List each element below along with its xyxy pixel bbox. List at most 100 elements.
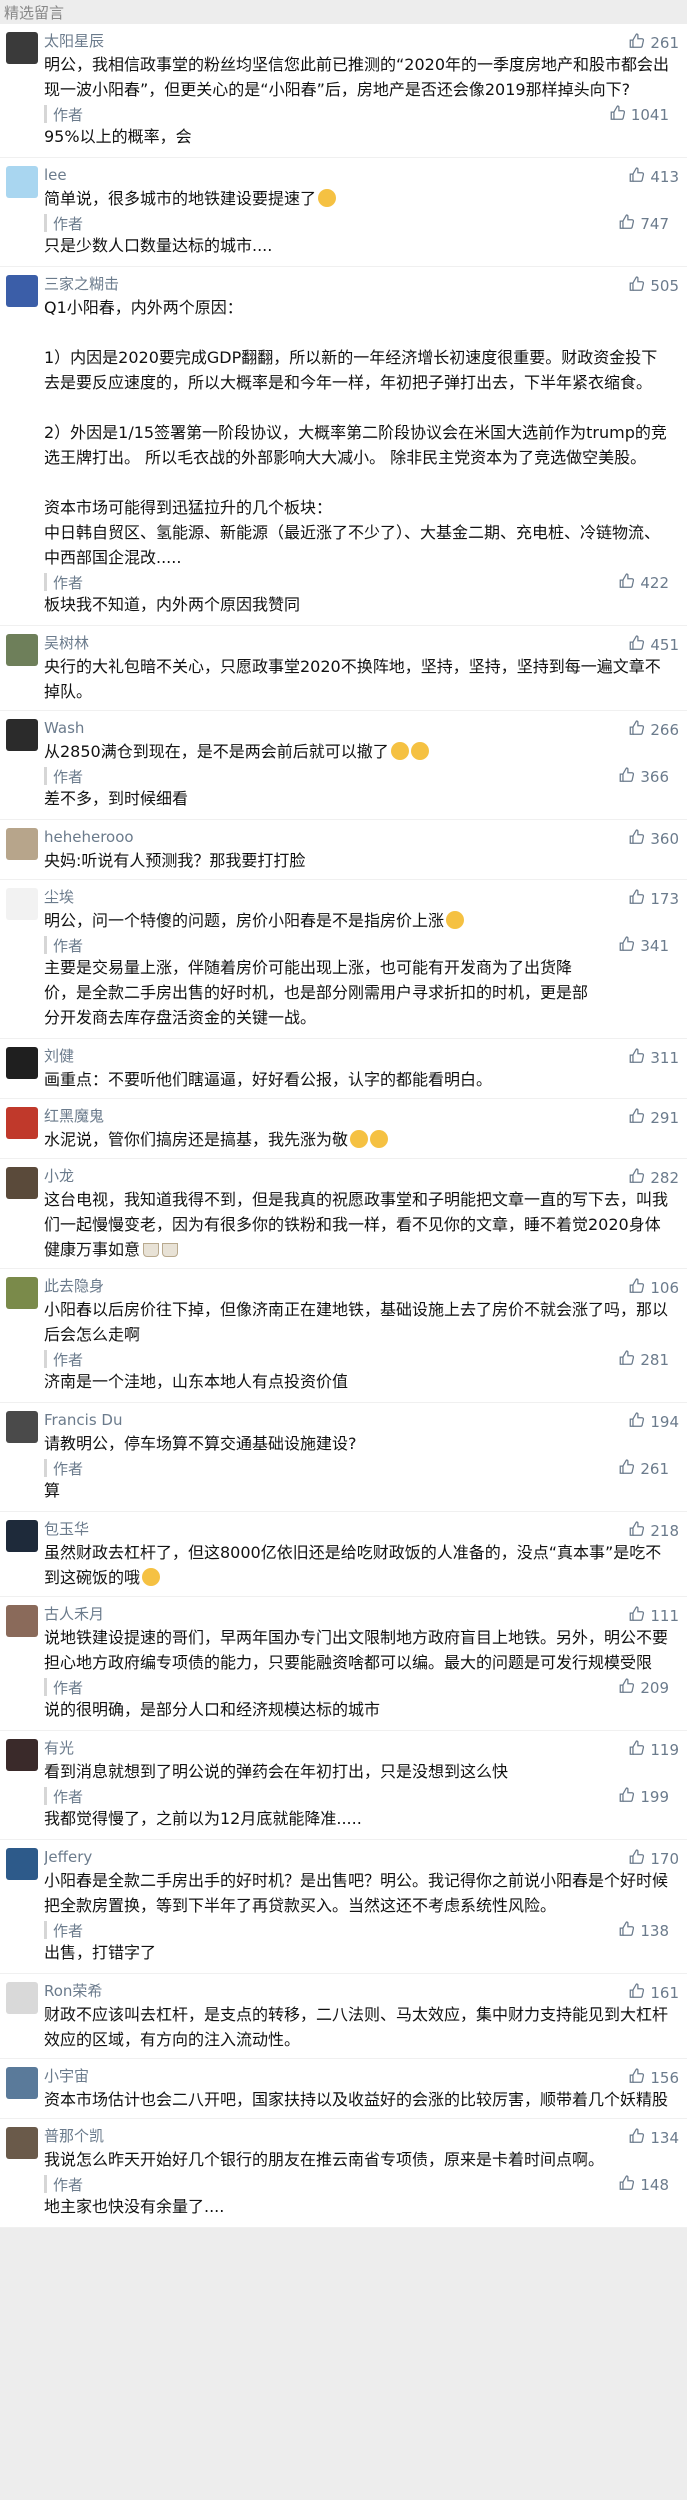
like-button[interactable]: 311 [628, 1047, 679, 1069]
coffee-cup-icon [143, 1243, 160, 1257]
avatar[interactable] [6, 888, 38, 920]
reply-text: 出售，打错字了 [44, 1943, 157, 1962]
reply-header: 作者 [44, 935, 597, 955]
comment-item: 此去隐身 106 小阳春以后房价往下掉，但像济南正在建地铁，基础设施上去了房价不就会… [0, 1269, 687, 1403]
avatar[interactable] [6, 1848, 38, 1880]
reply-author-label: 作者 [53, 1350, 84, 1369]
reply-like-button[interactable]: 422 [618, 572, 669, 594]
avatar[interactable] [6, 166, 38, 198]
like-button[interactable]: 194 [628, 1411, 679, 1433]
author-reply: 作者 138 出售，打错字了 [44, 1920, 677, 1967]
like-button[interactable]: 360 [628, 828, 679, 850]
commenter-name[interactable]: 三家之糊击 [44, 273, 677, 295]
reply-text: 差不多，到时候细看 [44, 789, 189, 808]
avatar[interactable] [6, 1739, 38, 1771]
commenter-name[interactable]: lee [44, 164, 677, 186]
comment-text: 从2850满仓到现在，是不是两会前后就可以撤了 [44, 739, 677, 764]
thumbs-up-icon [628, 828, 646, 850]
commenter-name[interactable]: 普那个凯 [44, 2125, 677, 2147]
like-button[interactable]: 106 [628, 1277, 679, 1299]
reply-like-button[interactable]: 366 [618, 766, 669, 788]
commenter-name[interactable]: 此去隐身 [44, 1275, 677, 1297]
reply-like-button[interactable]: 261 [618, 1458, 669, 1480]
like-button[interactable]: 161 [628, 1982, 679, 2004]
reply-like-button[interactable]: 209 [618, 1677, 669, 1699]
commenter-name[interactable]: 尘埃 [44, 886, 677, 908]
reply-like-button[interactable]: 199 [618, 1786, 669, 1808]
like-button[interactable]: 173 [628, 888, 679, 910]
like-button[interactable]: 266 [628, 719, 679, 741]
like-count: 413 [650, 168, 679, 186]
avatar[interactable] [6, 634, 38, 666]
smile-emoji-icon [446, 911, 465, 929]
laugh-emoji-icon [410, 742, 429, 760]
like-button[interactable]: 134 [628, 2127, 679, 2149]
like-button[interactable]: 291 [628, 1107, 679, 1129]
like-button[interactable]: 261 [628, 32, 679, 54]
reply-like-count: 366 [640, 768, 669, 786]
avatar[interactable] [6, 1520, 38, 1552]
avatar[interactable] [6, 1605, 38, 1637]
reply-author-label: 作者 [53, 1921, 84, 1940]
reply-like-count: 281 [640, 1351, 669, 1369]
avatar[interactable] [6, 32, 38, 64]
avatar[interactable] [6, 1277, 38, 1309]
thumbs-up-icon [628, 2067, 646, 2089]
commenter-name[interactable]: 小宇宙 [44, 2065, 677, 2087]
commenter-name[interactable]: 包玉华 [44, 1518, 677, 1540]
comment-item: Jeffery 170 小阳春是全款二手房出手的好时机？是出售吧？明公。我记得你之前… [0, 1840, 687, 1974]
commenter-name[interactable]: 太阳星辰 [44, 30, 677, 52]
like-button[interactable]: 119 [628, 1739, 679, 1761]
like-button[interactable]: 451 [628, 634, 679, 656]
comment-text: 财政不应该叫去杠杆，是支点的转移，二八法则、马太效应，集中财力支持能见到大杠杆效… [44, 2002, 677, 2052]
reply-divider [44, 2175, 47, 2193]
avatar[interactable] [6, 1982, 38, 2014]
reply-like-button[interactable]: 341 [618, 935, 669, 957]
reply-like-button[interactable]: 281 [618, 1349, 669, 1371]
commenter-name[interactable]: 小龙 [44, 1165, 677, 1187]
thumbs-up-icon [628, 1848, 646, 1870]
author-reply: 作者 261 算 [44, 1458, 677, 1505]
reply-like-button[interactable]: 138 [618, 1920, 669, 1942]
reply-divider [44, 1350, 47, 1368]
avatar[interactable] [6, 719, 38, 751]
avatar[interactable] [6, 275, 38, 307]
avatar[interactable] [6, 828, 38, 860]
commenter-name[interactable]: Jeffery [44, 1846, 677, 1868]
reply-like-button[interactable]: 1041 [609, 104, 669, 126]
like-count: 106 [650, 1279, 679, 1297]
like-button[interactable]: 282 [628, 1167, 679, 1189]
commenter-name[interactable]: 红黑魔鬼 [44, 1105, 677, 1127]
avatar[interactable] [6, 1107, 38, 1139]
reply-like-count: 148 [640, 2176, 669, 2194]
reply-like-count: 1041 [630, 106, 669, 124]
commenter-name[interactable]: 有光 [44, 1737, 677, 1759]
commenter-name[interactable]: Wash [44, 717, 677, 739]
reply-author-label: 作者 [53, 1459, 84, 1478]
avatar[interactable] [6, 1047, 38, 1079]
like-button[interactable]: 170 [628, 1848, 679, 1870]
reply-like-button[interactable]: 148 [618, 2174, 669, 2196]
like-button[interactable]: 218 [628, 1520, 679, 1542]
commenter-name[interactable]: 吴树林 [44, 632, 677, 654]
reply-author-label: 作者 [53, 2175, 84, 2194]
avatar[interactable] [6, 1411, 38, 1443]
avatar[interactable] [6, 2067, 38, 2099]
commenter-name[interactable]: 刘健 [44, 1045, 677, 1067]
laugh-emoji-icon [350, 1130, 369, 1148]
comment-text: 简单说，很多城市的地铁建设要提速了 [44, 186, 677, 211]
like-button[interactable]: 111 [628, 1605, 679, 1627]
like-button[interactable]: 505 [628, 275, 679, 297]
comment-item: Wash 266 从2850满仓到现在，是不是两会前后就可以撤了 作者 366 差不多，到… [0, 711, 687, 820]
commenter-name[interactable]: Francis Du [44, 1409, 677, 1431]
like-button[interactable]: 156 [628, 2067, 679, 2089]
like-button[interactable]: 413 [628, 166, 679, 188]
avatar[interactable] [6, 2127, 38, 2159]
laugh-emoji-icon [390, 742, 409, 760]
reply-like-button[interactable]: 747 [618, 213, 669, 235]
avatar[interactable] [6, 1167, 38, 1199]
commenter-name[interactable]: heheherooo [44, 826, 677, 848]
commenter-name[interactable]: Ron荣希 [44, 1980, 677, 2002]
commenter-name[interactable]: 古人禾月 [44, 1603, 677, 1625]
reply-header: 作者 [44, 213, 597, 233]
